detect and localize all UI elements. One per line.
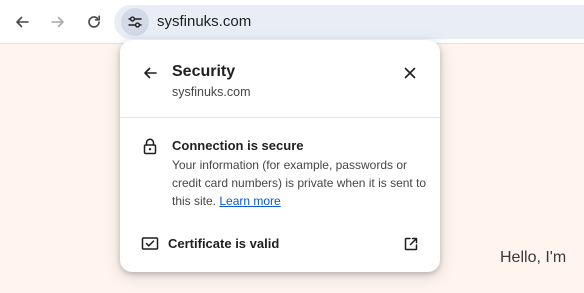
close-icon <box>404 67 416 79</box>
connection-status-heading: Connection is secure <box>172 138 304 153</box>
certificate-valid-label[interactable]: Certificate is valid <box>168 236 279 252</box>
lock-icon <box>141 137 159 155</box>
page-greeting: Hello, I'm <box>500 249 567 266</box>
tune-icon <box>128 16 142 28</box>
back-arrow-icon <box>16 16 29 28</box>
connection-description-text: Your information (for example, passwords… <box>172 158 427 208</box>
popup-title: Security <box>172 63 236 80</box>
connection-description: Your information (for example, passwords… <box>172 156 427 210</box>
popup-subtitle: sysfinuks.com <box>172 85 251 99</box>
popup-close-button[interactable] <box>399 62 421 84</box>
external-link-icon <box>404 237 418 251</box>
site-settings-button[interactable] <box>121 8 149 36</box>
browser-toolbar: sysfinuks.com <box>0 0 584 44</box>
url-text[interactable]: sysfinuks.com <box>157 13 251 31</box>
reload-icon <box>88 15 100 28</box>
security-popup: Security sysfinuks.com Connection is sec… <box>120 40 440 272</box>
learn-more-link[interactable]: Learn more <box>219 194 280 208</box>
popup-back-button[interactable] <box>139 62 161 84</box>
certificate-icon <box>141 236 159 252</box>
address-bar[interactable]: sysfinuks.com <box>114 5 584 39</box>
reload-button[interactable] <box>80 8 108 36</box>
popup-divider <box>120 117 440 118</box>
back-arrow-icon <box>144 67 157 79</box>
back-button[interactable] <box>8 8 36 36</box>
forward-button[interactable] <box>44 8 72 36</box>
open-certificate-button[interactable] <box>402 235 420 253</box>
forward-arrow-icon <box>51 16 64 28</box>
